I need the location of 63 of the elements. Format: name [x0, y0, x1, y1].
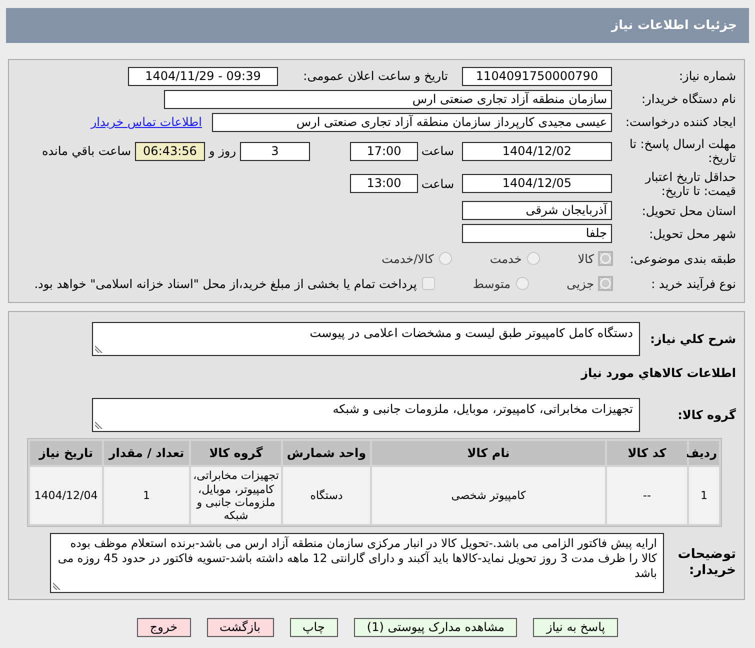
table-cell: دستگاه	[283, 467, 370, 524]
page-title: جزئیات اطلاعات نیاز	[6, 8, 749, 43]
table-cell: 1	[104, 467, 189, 524]
table-cell: 1	[689, 467, 719, 524]
field-label: شماره نیاز:	[678, 69, 737, 84]
column-header: گروه کالا	[191, 441, 281, 466]
option-label: خدمت	[490, 250, 522, 268]
option-label: متوسط	[472, 276, 511, 293]
requester-field[interactable]: عیسی مجیدی کارپرداز سازمان منطقه آزاد تجاری صنعتی ارس	[212, 112, 612, 132]
field-label: مهلت ارسال پاسخ: تا تاریخ:	[628, 136, 737, 166]
option-label: جزیی	[566, 276, 594, 293]
column-header: تعداد / مقدار	[104, 441, 189, 466]
table-cell: 1404/12/04	[30, 467, 102, 524]
table-cell: تجهیزات مخابراتی، کامپیوتر، موبایل، ملزومات جانبی و شبکه	[191, 467, 281, 524]
field-label: نام دستگاه خریدار:	[640, 92, 737, 106]
column-header: تاریخ نیاز	[30, 441, 102, 466]
field-label: ساعت	[422, 176, 455, 192]
announce-date-field[interactable]: 1404/11/29 - 09:39	[128, 66, 278, 86]
option-label: کالا/خدمت	[382, 250, 434, 268]
section-title: اطلاعات كالاهاي مورد نياز	[580, 365, 736, 382]
validity-time-field[interactable]: 13:00	[350, 174, 418, 194]
reply-time-field[interactable]: 17:00	[350, 142, 418, 161]
goods-group-field[interactable]: تجهیزات مخابراتی، کامپیوتر، موبایل، ملزومات جانبی و شبکه	[92, 398, 640, 432]
field-label: نوع فرآیند خرید :	[650, 276, 737, 291]
province-field[interactable]: آذربایجان شرقی	[462, 201, 612, 220]
option-label: پرداخت تمام یا بخشی از مبلغ خرید،از محل "اسناد خزانه اسلامی" خواهد بود.	[34, 276, 417, 293]
field-label: حداقل تاریخ اعتبار قیمت: تا تاریخ:	[644, 170, 737, 198]
field-label: گروه کالا:	[676, 408, 737, 422]
table-cell: --	[607, 467, 687, 524]
column-header: نام کالا	[372, 441, 605, 466]
field-label: طبقه بندی موضوعی:	[628, 252, 737, 266]
field-label: ایجاد کننده درخواست:	[624, 115, 737, 130]
resize-grip-icon[interactable]	[95, 345, 103, 354]
need-number-field[interactable]: 1104091750000790	[462, 66, 612, 86]
contact-link[interactable]: اطلاعات تماس خریدار	[90, 113, 202, 132]
resize-grip-icon[interactable]	[53, 582, 61, 590]
validity-date-field[interactable]: 1404/12/05	[462, 174, 612, 194]
action-button[interactable]: خروج	[136, 618, 190, 638]
column-header: واحد شمارش	[283, 441, 370, 466]
description-field[interactable]: دستگاه کامل کامپیوتر طبق لیست و مشخضات اعلامی در پیوست	[92, 322, 640, 356]
field-label: شهر محل تحویل:	[648, 226, 737, 241]
field-label: توضیحات خریدار:	[676, 547, 737, 579]
field-label: روز و	[209, 143, 236, 160]
table-cell: کامپیوتر شخصی	[372, 467, 605, 524]
field-label: ساعت	[422, 144, 455, 158]
field-label: تاریخ و ساعت اعلان عمومی:	[302, 69, 449, 84]
reply-date-field[interactable]: 1404/12/02	[462, 142, 612, 161]
buyer-org-field[interactable]: سازمان منطقه آزاد تجاری صنعتی ارس	[164, 90, 612, 109]
action-button[interactable]: چاپ	[290, 618, 338, 638]
remaining-time-field[interactable]: 06:43:56	[135, 142, 205, 161]
city-field[interactable]: جلفا	[462, 224, 612, 244]
option-label: کالا	[578, 250, 594, 268]
resize-grip-icon[interactable]	[95, 421, 103, 430]
action-button[interactable]: پاسخ به نیاز	[533, 618, 618, 638]
action-button[interactable]: بازگشت	[206, 618, 274, 638]
field-label: استان محل تحویل:	[640, 204, 737, 218]
field-label: شرح كلي نياز:	[649, 332, 737, 346]
buyer-notes-field[interactable]: ارایه پیش فاکتور الزامی می باشد.-تحویل کالا در انبار مرکزی سازمان منطقه آزاد ارس می باشد-برنده استعلام موظف بوده کالا را ظرف مدت 3 روز تحویل نماید-کالاها باید آکبند و دارای گارانتی 12 ماهه داشته باشد-تسویه فاکتور در حدود 45 روزه می باشد	[50, 533, 664, 594]
column-header: ردیف	[689, 441, 719, 466]
field-label: ساعت باقي مانده	[42, 143, 131, 160]
action-button[interactable]: مشاهده مدارک پیوستی (1)	[354, 618, 518, 638]
column-header: کد کالا	[607, 441, 687, 466]
days-field[interactable]: 3	[240, 142, 310, 161]
